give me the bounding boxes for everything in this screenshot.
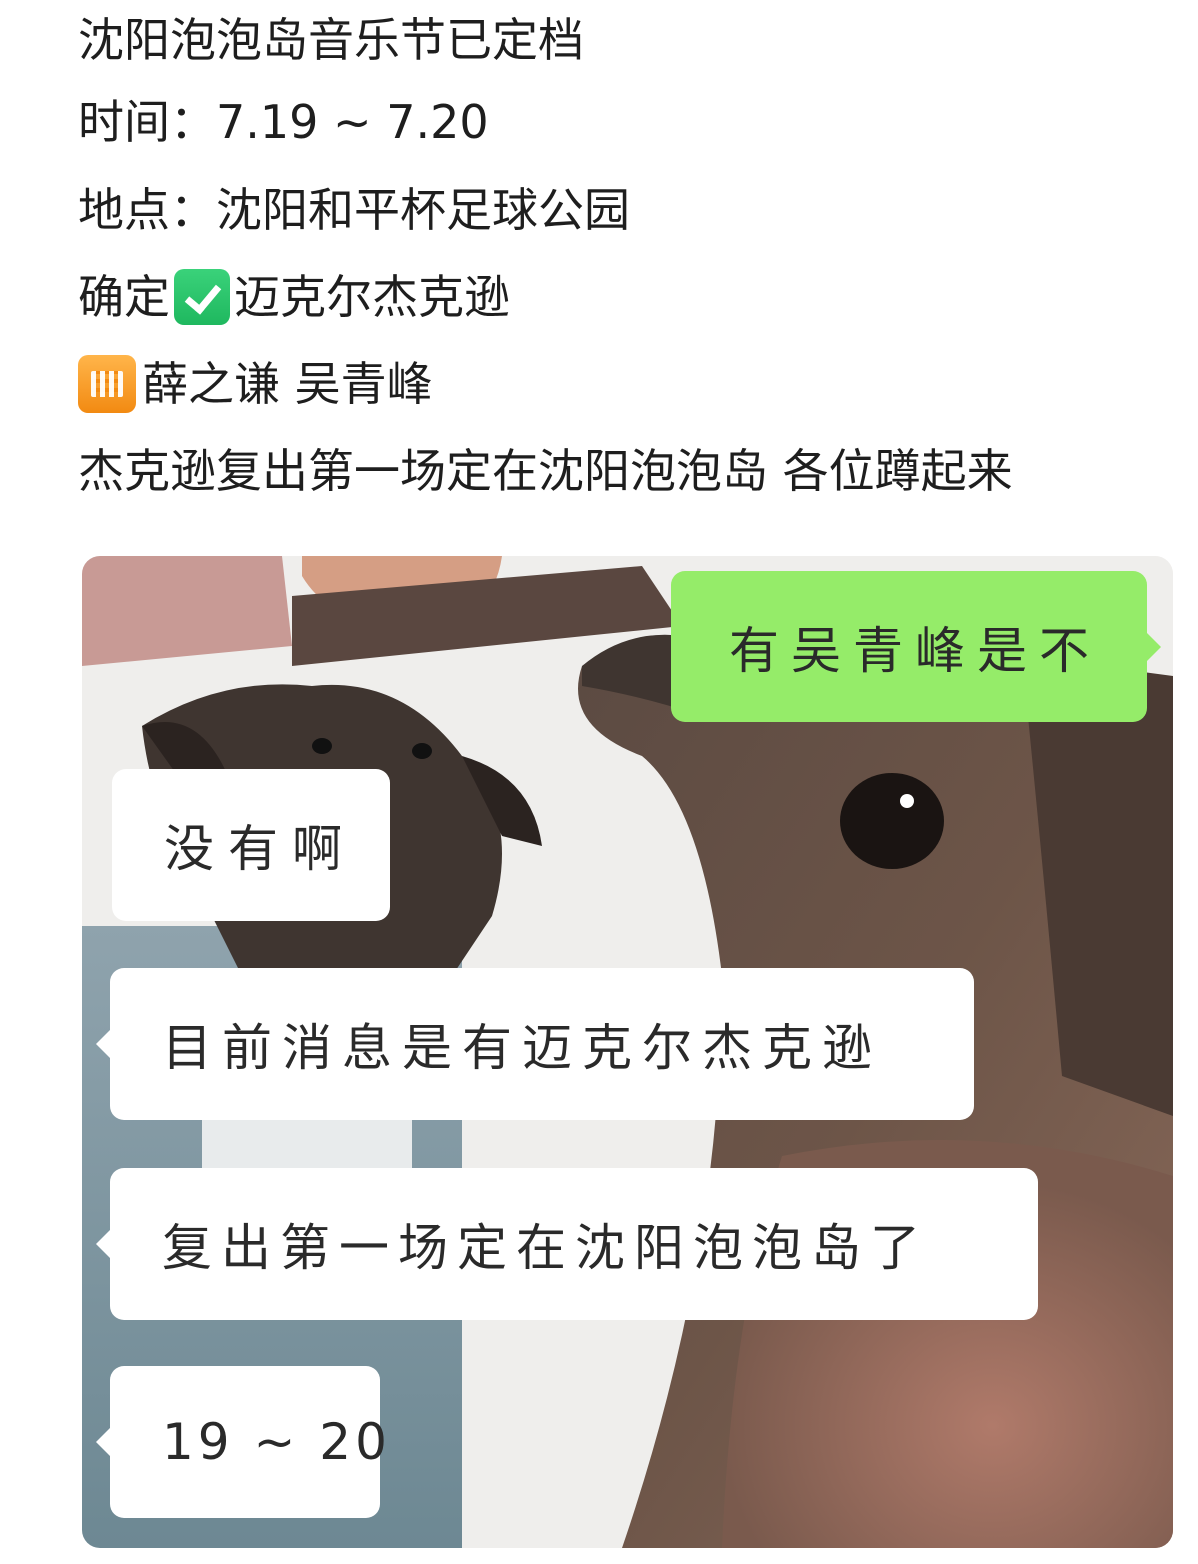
confirmed-artist: 迈克尔杰克逊 [234,270,510,324]
post-summary: 杰克逊复出第一场定在沈阳泡泡岛 各位蹲起来 [78,444,1013,498]
meme-image: 有吴青峰是不 没有啊 目前消息是有迈克尔杰克逊 复出第一场定在沈阳泡泡岛了 19… [82,556,1173,1548]
busy-vacancy-icon [78,355,136,413]
check-mark-icon [174,269,230,325]
pending-artists: 薛之谦 吴青峰 [142,357,433,411]
chat-bubble-incoming: 目前消息是有迈克尔杰克逊 [96,968,974,1120]
chat-bubble-incoming: 复出第一场定在沈阳泡泡岛了 [96,1168,1038,1320]
post-confirmed-line: 确定 迈克尔杰克逊 [78,257,510,337]
post-title: 沈阳泡泡岛音乐节已定档 [78,13,584,67]
confirmed-label: 确定 [78,270,170,324]
chat-bubble-incoming: 19 ~ 20 [96,1366,387,1518]
post-time: 时间：7.19 ~ 7.20 [78,95,489,149]
chat-bubble-outgoing: 有吴青峰是不 [671,571,1161,722]
post-pending-line: 薛之谦 吴青峰 [78,344,433,424]
chat-bubble-incoming: 没有啊 [112,769,390,921]
post-location: 地点：沈阳和平杯足球公园 [78,183,630,237]
